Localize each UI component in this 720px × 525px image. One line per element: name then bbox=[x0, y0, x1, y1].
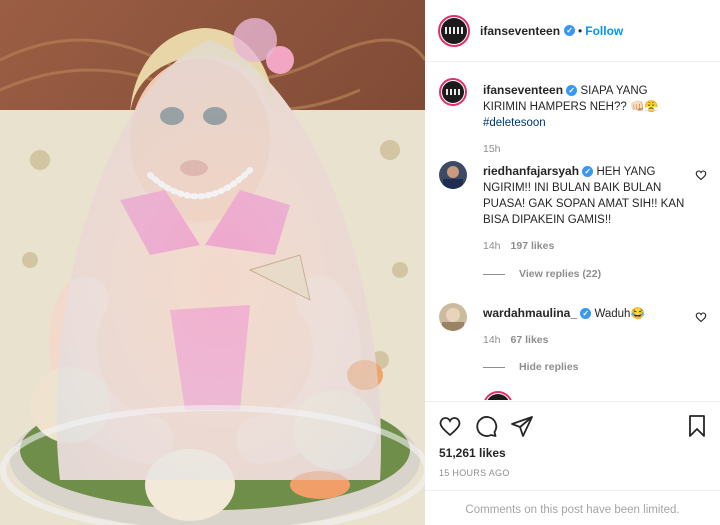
post-likes-count[interactable]: 51,261 likes bbox=[439, 446, 506, 460]
post-timestamp: 15 HOURS AGO bbox=[439, 468, 510, 478]
caption-hashtag[interactable]: #deletesoon bbox=[483, 117, 546, 129]
replies-divider bbox=[483, 273, 505, 275]
author-avatar[interactable] bbox=[438, 14, 470, 47]
post-header: ifanseventeen ✓ • Follow bbox=[425, 0, 720, 62]
post-actions: 51,261 likes 15 HOURS AGO Comments on th… bbox=[425, 401, 720, 525]
like-comment-heart-icon[interactable] bbox=[695, 169, 707, 181]
avatar-image bbox=[442, 308, 464, 331]
share-icon[interactable] bbox=[510, 414, 534, 438]
like-comment-heart-icon[interactable] bbox=[695, 311, 707, 323]
separator-dot: • bbox=[578, 23, 583, 38]
caption: ifanseventeen ✓ SIAPA YANG KIRIMIN HAMPE… bbox=[439, 78, 707, 155]
comment-username[interactable]: riedhanfajarsyah bbox=[483, 164, 579, 178]
author-username[interactable]: ifanseventeen bbox=[480, 24, 560, 38]
commenter-avatar[interactable] bbox=[439, 303, 467, 331]
caption-time: 15h bbox=[483, 143, 501, 155]
avatar-image bbox=[443, 166, 463, 189]
comment-username[interactable]: wardahmaulina_ bbox=[483, 306, 577, 320]
verified-badge-icon: ✓ bbox=[564, 25, 576, 36]
heart-icon[interactable] bbox=[438, 414, 462, 438]
post-panel: ifanseventeen ✓ • Follow ifanseventeen ✓… bbox=[425, 0, 720, 525]
commenter-avatar[interactable] bbox=[439, 161, 467, 189]
comment: wardahmaulina_ ✓ Waduh😂 14h 67 likes bbox=[439, 303, 707, 363]
verified-badge-icon: ✓ bbox=[580, 308, 592, 320]
hide-replies-label: Hide replies bbox=[519, 361, 579, 373]
view-replies-button[interactable]: View replies (22) bbox=[483, 268, 601, 280]
comment: riedhanfajarsyah ✓ HEH YANG NGIRIM!! INI… bbox=[439, 161, 707, 261]
comment-time: 14h bbox=[483, 334, 501, 346]
post-photo[interactable] bbox=[0, 0, 425, 525]
follow-button[interactable]: Follow bbox=[585, 24, 623, 38]
comments-limited-notice: Comments on this post have been limited. bbox=[425, 490, 720, 525]
comment-likes[interactable]: 197 likes bbox=[511, 240, 555, 252]
comments-section[interactable]: ifanseventeen ✓ SIAPA YANG KIRIMIN HAMPE… bbox=[425, 63, 720, 400]
replies-divider bbox=[483, 366, 505, 368]
caption-avatar[interactable] bbox=[439, 78, 467, 106]
reply-username[interactable]: ifanseventeen bbox=[527, 399, 607, 400]
comment-icon[interactable] bbox=[474, 414, 498, 438]
reply-avatar[interactable] bbox=[483, 391, 513, 400]
reply: ifanseventeen ✓ bbox=[483, 391, 720, 400]
bookmark-icon[interactable] bbox=[685, 414, 709, 438]
hide-replies-button[interactable]: Hide replies bbox=[483, 361, 579, 373]
post-image bbox=[0, 0, 425, 525]
verified-badge-icon: ✓ bbox=[582, 166, 594, 178]
comment-time: 14h bbox=[483, 240, 501, 252]
comment-text: Waduh😂 bbox=[594, 308, 645, 320]
comment-likes[interactable]: 67 likes bbox=[511, 334, 549, 346]
verified-badge-icon: ✓ bbox=[566, 85, 578, 97]
caption-username[interactable]: ifanseventeen bbox=[483, 83, 563, 97]
view-replies-label: View replies (22) bbox=[519, 268, 602, 280]
